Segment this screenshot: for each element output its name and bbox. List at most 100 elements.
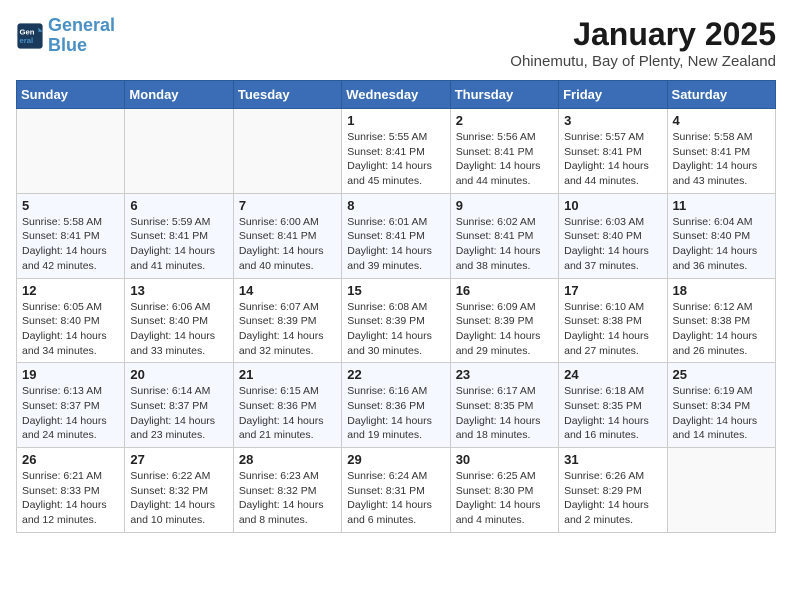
weekday-header-tuesday: Tuesday — [233, 81, 341, 109]
day-info: Sunrise: 6:25 AM Sunset: 8:30 PM Dayligh… — [456, 469, 553, 528]
day-info: Sunrise: 5:58 AM Sunset: 8:41 PM Dayligh… — [673, 130, 770, 189]
weekday-header-saturday: Saturday — [667, 81, 775, 109]
logo: Gen eral General Blue — [16, 16, 115, 56]
calendar-cell: 6 Sunrise: 5:59 AM Sunset: 8:41 PM Daylig… — [125, 193, 233, 278]
weekday-header-wednesday: Wednesday — [342, 81, 450, 109]
calendar-cell: 21Sunrise: 6:15 AM Sunset: 8:36 PM Dayli… — [233, 363, 341, 448]
day-number: 10 — [564, 198, 661, 213]
calendar-header-row: SundayMondayTuesdayWednesdayThursdayFrid… — [17, 81, 776, 109]
calendar-cell: 11Sunrise: 6:04 AM Sunset: 8:40 PM Dayli… — [667, 193, 775, 278]
calendar-cell: 16 Sunrise: 6:09 AM Sunset: 8:39 PM Dayli… — [450, 278, 558, 363]
day-number: 24 — [564, 367, 661, 382]
day-info: Sunrise: 6:12 AM Sunset: 8:38 PM Dayligh… — [673, 300, 770, 359]
day-info: Sunrise: 6:09 AM Sunset: 8:39 PM Dayligh… — [456, 300, 553, 359]
day-info: Sunrise: 6:06 AM Sunset: 8:40 PM Dayligh… — [130, 300, 227, 359]
day-info: Sunrise: 6:13 AM Sunset: 8:37 PM Dayligh… — [22, 384, 119, 443]
calendar-cell: 13 Sunrise: 6:06 AM Sunset: 8:40 PM Dayli… — [125, 278, 233, 363]
calendar-cell: 19 Sunrise: 6:13 AM Sunset: 8:37 PM Dayli… — [17, 363, 125, 448]
day-number: 16 — [456, 283, 553, 298]
day-info: Sunrise: 6:21 AM Sunset: 8:33 PM Dayligh… — [22, 469, 119, 528]
day-info: Sunrise: 6:23 AM Sunset: 8:32 PM Dayligh… — [239, 469, 336, 528]
day-number: 22 — [347, 367, 444, 382]
day-info: Sunrise: 5:57 AM Sunset: 8:41 PM Dayligh… — [564, 130, 661, 189]
day-number: 4 — [673, 113, 770, 128]
day-info: Sunrise: 6:10 AM Sunset: 8:38 PM Dayligh… — [564, 300, 661, 359]
calendar-cell: 26Sunrise: 6:21 AM Sunset: 8:33 PM Dayli… — [17, 448, 125, 533]
day-number: 30 — [456, 452, 553, 467]
day-info: Sunrise: 6:14 AM Sunset: 8:37 PM Dayligh… — [130, 384, 227, 443]
day-info: Sunrise: 5:59 AM Sunset: 8:41 PM Dayligh… — [130, 215, 227, 274]
calendar-cell: 1Sunrise: 5:55 AM Sunset: 8:41 PM Daylig… — [342, 109, 450, 194]
day-info: Sunrise: 6:01 AM Sunset: 8:41 PM Dayligh… — [347, 215, 444, 274]
weekday-header-thursday: Thursday — [450, 81, 558, 109]
calendar-cell: 29 Sunrise: 6:24 AM Sunset: 8:31 PM Dayli… — [342, 448, 450, 533]
calendar-cell: 5Sunrise: 5:58 AM Sunset: 8:41 PM Daylig… — [17, 193, 125, 278]
weekday-header-friday: Friday — [559, 81, 667, 109]
calendar-cell: 18 Sunrise: 6:12 AM Sunset: 8:38 PM Dayli… — [667, 278, 775, 363]
day-number: 19 — [22, 367, 119, 382]
calendar-cell — [125, 109, 233, 194]
weekday-header-sunday: Sunday — [17, 81, 125, 109]
calendar-cell: 23Sunrise: 6:17 AM Sunset: 8:35 PM Dayli… — [450, 363, 558, 448]
day-number: 25 — [673, 367, 770, 382]
day-info: Sunrise: 6:26 AM Sunset: 8:29 PM Dayligh… — [564, 469, 661, 528]
day-number: 27 — [130, 452, 227, 467]
day-info: Sunrise: 6:17 AM Sunset: 8:35 PM Dayligh… — [456, 384, 553, 443]
calendar-week-3: 12Sunrise: 6:05 AM Sunset: 8:40 PM Dayli… — [17, 278, 776, 363]
calendar-body: 1Sunrise: 5:55 AM Sunset: 8:41 PM Daylig… — [17, 109, 776, 533]
calendar-cell — [17, 109, 125, 194]
calendar-cell: 24Sunrise: 6:18 AM Sunset: 8:35 PM Dayli… — [559, 363, 667, 448]
calendar-cell: 31 Sunrise: 6:26 AM Sunset: 8:29 PM Dayli… — [559, 448, 667, 533]
day-number: 3 — [564, 113, 661, 128]
day-number: 8 — [347, 198, 444, 213]
day-info: Sunrise: 6:07 AM Sunset: 8:39 PM Dayligh… — [239, 300, 336, 359]
day-number: 15 — [347, 283, 444, 298]
calendar-cell: 12Sunrise: 6:05 AM Sunset: 8:40 PM Dayli… — [17, 278, 125, 363]
location-title: Ohinemutu, Bay of Plenty, New Zealand — [510, 53, 776, 70]
calendar-week-1: 1Sunrise: 5:55 AM Sunset: 8:41 PM Daylig… — [17, 109, 776, 194]
day-info: Sunrise: 5:56 AM Sunset: 8:41 PM Dayligh… — [456, 130, 553, 189]
calendar-week-4: 19 Sunrise: 6:13 AM Sunset: 8:37 PM Dayli… — [17, 363, 776, 448]
calendar-cell: 17Sunrise: 6:10 AM Sunset: 8:38 PM Dayli… — [559, 278, 667, 363]
calendar-cell: 27 Sunrise: 6:22 AM Sunset: 8:32 PM Dayli… — [125, 448, 233, 533]
svg-text:Gen: Gen — [20, 27, 35, 36]
day-number: 31 — [564, 452, 661, 467]
day-number: 6 — [130, 198, 227, 213]
month-title: January 2025 — [510, 16, 776, 53]
day-number: 11 — [673, 198, 770, 213]
day-info: Sunrise: 6:08 AM Sunset: 8:39 PM Dayligh… — [347, 300, 444, 359]
day-number: 1 — [347, 113, 444, 128]
day-info: Sunrise: 6:15 AM Sunset: 8:36 PM Dayligh… — [239, 384, 336, 443]
calendar-cell: 30 Sunrise: 6:25 AM Sunset: 8:30 PM Dayli… — [450, 448, 558, 533]
day-info: Sunrise: 6:19 AM Sunset: 8:34 PM Dayligh… — [673, 384, 770, 443]
calendar-cell: 28 Sunrise: 6:23 AM Sunset: 8:32 PM Dayli… — [233, 448, 341, 533]
day-info: Sunrise: 5:58 AM Sunset: 8:41 PM Dayligh… — [22, 215, 119, 274]
calendar-week-5: 26Sunrise: 6:21 AM Sunset: 8:33 PM Dayli… — [17, 448, 776, 533]
day-info: Sunrise: 6:03 AM Sunset: 8:40 PM Dayligh… — [564, 215, 661, 274]
day-info: Sunrise: 6:22 AM Sunset: 8:32 PM Dayligh… — [130, 469, 227, 528]
calendar-cell: 22 Sunrise: 6:16 AM Sunset: 8:36 PM Dayli… — [342, 363, 450, 448]
weekday-header-monday: Monday — [125, 81, 233, 109]
svg-text:eral: eral — [20, 36, 34, 45]
day-number: 9 — [456, 198, 553, 213]
calendar-cell: 7Sunrise: 6:00 AM Sunset: 8:41 PM Daylig… — [233, 193, 341, 278]
calendar-week-2: 5Sunrise: 5:58 AM Sunset: 8:41 PM Daylig… — [17, 193, 776, 278]
day-number: 18 — [673, 283, 770, 298]
day-info: Sunrise: 6:16 AM Sunset: 8:36 PM Dayligh… — [347, 384, 444, 443]
calendar-table: SundayMondayTuesdayWednesdayThursdayFrid… — [16, 80, 776, 533]
day-number: 13 — [130, 283, 227, 298]
calendar-cell: 15 Sunrise: 6:08 AM Sunset: 8:39 PM Dayli… — [342, 278, 450, 363]
calendar-cell: 20Sunrise: 6:14 AM Sunset: 8:37 PM Dayli… — [125, 363, 233, 448]
day-info: Sunrise: 6:02 AM Sunset: 8:41 PM Dayligh… — [456, 215, 553, 274]
calendar-cell: 4 Sunrise: 5:58 AM Sunset: 8:41 PM Daylig… — [667, 109, 775, 194]
day-number: 28 — [239, 452, 336, 467]
page-header: Gen eral General Blue January 2025 Ohine… — [16, 16, 776, 70]
logo-icon: Gen eral — [16, 22, 44, 50]
logo-text: General Blue — [48, 16, 115, 56]
calendar-cell: 3 Sunrise: 5:57 AM Sunset: 8:41 PM Daylig… — [559, 109, 667, 194]
calendar-cell — [667, 448, 775, 533]
day-info: Sunrise: 6:05 AM Sunset: 8:40 PM Dayligh… — [22, 300, 119, 359]
day-info: Sunrise: 6:24 AM Sunset: 8:31 PM Dayligh… — [347, 469, 444, 528]
calendar-cell: 10 Sunrise: 6:03 AM Sunset: 8:40 PM Dayli… — [559, 193, 667, 278]
day-number: 29 — [347, 452, 444, 467]
